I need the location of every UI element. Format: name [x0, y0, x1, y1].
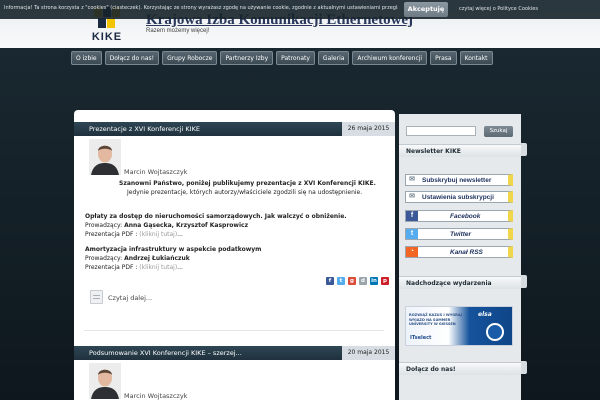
nav-item-prasa[interactable]: Prasa — [430, 51, 457, 65]
envelope-icon: ✉ — [409, 193, 415, 200]
sidebar-tab — [521, 143, 527, 156]
document-icon — [90, 290, 103, 304]
cookie-text: Informacja! Ta strona korzysta z "cookie… — [4, 5, 398, 11]
join-heading: Dołącz do nas! — [399, 362, 521, 375]
nav-item-patronaty[interactable]: Patronaty — [276, 51, 315, 65]
facebook-button[interactable]: f Facebook — [405, 210, 513, 222]
section-speakers: Prowadzący: Anna Gąsecka, Krzysztof Kasp… — [85, 222, 248, 229]
search-input[interactable] — [406, 126, 476, 136]
nav-item-dolacz[interactable]: Dołącz do nas! — [104, 51, 160, 65]
facebook-icon: f — [406, 211, 418, 221]
pdf-ellipsis: ... — [177, 231, 183, 238]
twitter-icon: t — [406, 229, 418, 239]
rss-label: Kanał RSS — [450, 249, 483, 256]
section-pdf: Prezentacja PDF : (kliknij tutaj)... — [85, 231, 183, 238]
section-title: Opłaty za dostęp do nieruchomości samorz… — [85, 213, 347, 220]
sidebar: Szukaj Newsletter KIKE ✉ Subskrybuj news… — [399, 114, 521, 400]
banner-brand: ITselect — [410, 335, 432, 341]
nav-item-galeria[interactable]: Galeria — [317, 51, 350, 65]
section-title: Amortyzacja infrastruktury w aspekcie po… — [85, 246, 262, 253]
rss-button[interactable]: ◔ Kanał RSS — [405, 246, 513, 258]
banner-logo: elsa — [478, 311, 492, 318]
subscription-settings-label: Ustawienia subskrypcji — [422, 194, 494, 201]
pinterest-share-icon[interactable]: p — [381, 277, 389, 285]
site-tagline: Razem możemy więcej! — [146, 28, 210, 34]
banner-emblem — [486, 323, 504, 341]
cookie-bar: Informacja! Ta strona korzysta z "cookie… — [0, 0, 600, 19]
twitter-share-icon[interactable]: t — [337, 277, 345, 285]
section-speakers: Prowadzący: Andrzej Łukiańczuk — [85, 255, 190, 262]
content-column: Prezentacje z XVI Konferencji KIKE 26 ma… — [74, 110, 395, 400]
subscribe-newsletter-label: Subskrybuj newsletter — [422, 177, 492, 184]
cookie-accept-button[interactable]: Akceptuję — [404, 2, 448, 17]
subscribe-newsletter-button[interactable]: ✉ Subskrybuj newsletter — [405, 174, 513, 186]
twitter-button[interactable]: t Twitter — [405, 228, 513, 240]
post-intro-bold: Szanowni Państwo, poniżej publikujemy pr… — [119, 180, 376, 187]
post-date: 20 maja 2015 — [342, 346, 395, 360]
author-avatar — [89, 139, 121, 175]
subscription-settings-button[interactable]: ✉ Ustawienia subskrypcji — [405, 191, 513, 203]
pdf-label: Prezentacja PDF : — [85, 231, 140, 238]
nav-item-grupy-robocze[interactable]: Grupy Robocze — [162, 51, 218, 65]
speakers-label: Prowadzący: — [85, 255, 125, 262]
speakers-names: Andrzej Łukiańczuk — [124, 255, 190, 262]
main-nav: O izbie Dołącz do nas! Grupy Robocze Par… — [71, 51, 493, 65]
digg-share-icon[interactable]: d — [359, 277, 367, 285]
post-author: Marcin Wojtaszczyk — [124, 392, 188, 400]
sidebar-tab — [521, 275, 527, 288]
post-date: 26 maja 2015 — [342, 122, 395, 136]
pdf-ellipsis: ... — [177, 264, 183, 271]
post-intro-text: Jedynie prezentacje, których autorzy/wła… — [127, 189, 363, 196]
nav-item-o-izbie[interactable]: O izbie — [71, 51, 102, 65]
pdf-label: Prezentacja PDF : — [85, 264, 140, 271]
event-banner[interactable]: ROZWIĄŻ KAZUS I WYGRAJ WYJAZD NA SUMMER … — [405, 306, 513, 346]
read-more-link[interactable]: Czytaj dalej... — [108, 294, 152, 302]
newsletter-heading: Newsletter KIKE — [399, 144, 521, 157]
share-icons: f t g d in p — [326, 277, 389, 285]
pdf-link[interactable]: (kliknij tutaj) — [139, 264, 177, 271]
pdf-link[interactable]: (kliknij tutaj) — [139, 231, 177, 238]
envelope-icon: ✉ — [409, 176, 415, 183]
rss-icon: ◔ — [406, 247, 418, 257]
post-title[interactable]: Podsumowanie XVI Konferencji KIKE – szer… — [89, 346, 242, 360]
linkedin-share-icon[interactable]: in — [370, 277, 378, 285]
sidebar-tab — [521, 361, 527, 374]
post-title[interactable]: Prezentacje z XVI Konferencji KIKE — [89, 122, 200, 136]
google-plus-share-icon[interactable]: g — [348, 277, 356, 285]
speakers-label: Prowadzący: — [85, 222, 125, 229]
twitter-label: Twitter — [450, 231, 472, 238]
author-avatar — [89, 363, 121, 399]
banner-text: ROZWIĄŻ KAZUS I WYGRAJ WYJAZD NA SUMMER … — [409, 313, 462, 326]
nav-item-archiwum[interactable]: Archiwum konferencji — [352, 51, 428, 65]
cookie-policy-link[interactable]: czytaj więcej o Polityce Cookies — [459, 6, 538, 12]
section-pdf: Prezentacja PDF : (kliknij tutaj)... — [85, 264, 183, 271]
post-author: Marcin Wojtaszczyk — [124, 168, 188, 176]
events-heading: Nadchodzące wydarzenia — [399, 276, 521, 289]
speakers-names: Anna Gąsecka, Krzysztof Kasprowicz — [124, 222, 249, 229]
post-header: Podsumowanie XVI Konferencji KIKE – szer… — [74, 346, 395, 360]
nav-item-partnerzy[interactable]: Partnerzy Izby — [220, 51, 274, 65]
nav-item-kontakt[interactable]: Kontakt — [459, 51, 493, 65]
facebook-label: Facebook — [450, 213, 481, 220]
post-divider — [84, 330, 384, 331]
logo-text: KIKE — [91, 31, 123, 43]
post-header: Prezentacje z XVI Konferencji KIKE 26 ma… — [74, 122, 395, 136]
facebook-share-icon[interactable]: f — [326, 277, 334, 285]
search-button[interactable]: Szukaj — [484, 126, 513, 137]
